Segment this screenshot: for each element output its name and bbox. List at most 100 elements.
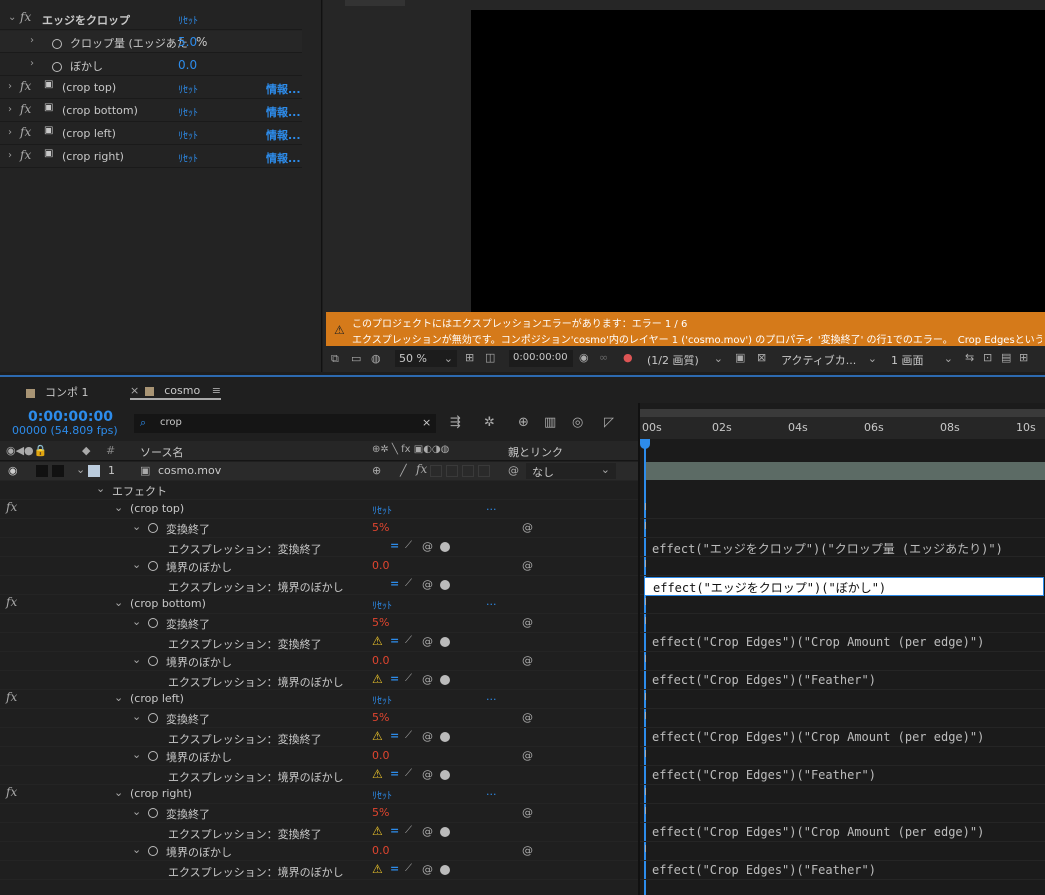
timecode-field[interactable]: 0:00:00:00: [509, 350, 573, 367]
more-button[interactable]: ...: [486, 595, 497, 608]
effect-row[interactable]: fx ⌄ (crop right) ﾘｾｯﾄ...: [0, 785, 638, 804]
info-link[interactable]: 情報...: [266, 104, 301, 120]
info-link[interactable]: 情報...: [266, 150, 301, 166]
fx-switch-icon[interactable]: fx: [416, 462, 427, 476]
warning-icon[interactable]: ⚠: [372, 767, 383, 781]
layer-row[interactable]: ◉ ⌄ 1 ▣ cosmo.mov ⊕ ╱ fx @ なし ⌄: [0, 462, 638, 481]
expression-text[interactable]: effect("エッジをクロップ")("ぼかし"): [653, 579, 886, 596]
warning-icon[interactable]: ⚠: [372, 824, 383, 838]
pickwhip-icon[interactable]: @: [522, 616, 533, 629]
graph-row[interactable]: I: [640, 614, 1045, 633]
transparency-grid-icon[interactable]: ◫: [485, 351, 495, 364]
chevron-down-icon[interactable]: ⌄: [114, 691, 123, 704]
zoom-select[interactable]: 50 % ⌄: [395, 350, 457, 367]
chevron-down-icon[interactable]: ⌄: [8, 12, 16, 23]
chevron-down-icon[interactable]: ⌄: [132, 615, 141, 628]
time-graph[interactable]: 00s 02s 04s 06s 08s 10s I Ieffect("エッジをクロ…: [638, 403, 1045, 895]
parent-link-header[interactable]: 親とリンク: [508, 444, 563, 460]
work-area-bar[interactable]: [640, 409, 1045, 417]
fx-icon[interactable]: fx: [20, 102, 31, 116]
viewer-canvas[interactable]: [471, 10, 1045, 312]
reset-link[interactable]: ﾘｾｯﾄ: [372, 787, 392, 802]
pickwhip-icon[interactable]: @: [522, 559, 533, 572]
pickwhip-icon[interactable]: @: [522, 844, 533, 857]
expression-enable-icon[interactable]: =: [390, 577, 399, 590]
solo-box[interactable]: [36, 465, 48, 477]
expression-row[interactable]: エクスプレッション：変換終了 ⚠ = ⟋ @: [0, 823, 638, 842]
graph-row[interactable]: I: [640, 785, 1045, 804]
pickwhip-icon[interactable]: @: [422, 825, 433, 838]
parent-select[interactable]: なし ⌄: [526, 463, 616, 479]
effect-row-crop-bottom[interactable]: › fx ▣ (crop bottom) ﾘｾｯﾄ 情報...: [0, 100, 302, 122]
checker-icon[interactable]: ⊠: [757, 351, 766, 364]
expression-enable-icon[interactable]: =: [390, 824, 399, 837]
fx-icon[interactable]: fx: [20, 125, 31, 139]
snapshot-icon[interactable]: ⧉: [331, 352, 339, 366]
prop-value[interactable]: 0.0: [178, 58, 197, 72]
expression-edit-field[interactable]: effect("エッジをクロップ")("ぼかし"): [644, 577, 1044, 596]
reset-link[interactable]: ﾘｾｯﾄ: [178, 81, 198, 96]
chevron-down-icon[interactable]: ⌄: [132, 558, 141, 571]
graph-icon[interactable]: ⟋: [405, 540, 412, 551]
chevron-down-icon[interactable]: ⌄: [132, 653, 141, 666]
effect-row-crop-right[interactable]: › fx ▣ (crop right) ﾘｾｯﾄ 情報...: [0, 146, 302, 168]
pickwhip-icon[interactable]: @: [422, 540, 433, 553]
chevron-down-icon[interactable]: ⌄: [132, 710, 141, 723]
expression-row[interactable]: エクスプレッション：境界のぼかし ⚠ = ⟋ @: [0, 861, 638, 880]
effect-row[interactable]: fx ⌄ (crop bottom) ﾘｾｯﾄ...: [0, 595, 638, 614]
chevron-down-icon[interactable]: ⌄: [76, 463, 85, 476]
expression-enable-icon[interactable]: =: [390, 672, 399, 685]
effect-row[interactable]: fx ⌄ (crop left) ﾘｾｯﾄ...: [0, 690, 638, 709]
graph-editor-icon[interactable]: ◸: [604, 415, 614, 430]
warning-icon[interactable]: ⚠: [372, 634, 383, 648]
roi-icon[interactable]: ▣: [735, 351, 745, 364]
expression-row[interactable]: エクスプレッション：境界のぼかし ⚠ = ⟋ @: [0, 766, 638, 785]
expression-enable-icon[interactable]: =: [390, 767, 399, 780]
expression-enable-icon[interactable]: =: [390, 634, 399, 647]
reset-link[interactable]: ﾘｾｯﾄ: [372, 692, 392, 707]
expression-enable-icon[interactable]: =: [390, 539, 399, 552]
expression-row[interactable]: エクスプレッション：変換終了 ⚠ = ⟋ @: [0, 728, 638, 747]
expression-text[interactable]: effect("Crop Edges")("Crop Amount (per e…: [652, 635, 984, 649]
warning-icon[interactable]: ⚠: [372, 672, 383, 686]
expression-text[interactable]: effect("Crop Edges")("Crop Amount (per e…: [652, 730, 984, 744]
graph-row[interactable]: I: [640, 652, 1045, 671]
property-value[interactable]: 0.0: [372, 559, 390, 572]
label-icon[interactable]: ◆: [82, 444, 90, 457]
warning-icon[interactable]: ⚠: [372, 729, 383, 743]
property-value[interactable]: 0.0: [372, 654, 390, 667]
chevron-down-icon[interactable]: ⌄: [132, 805, 141, 818]
fx-icon[interactable]: fx: [20, 10, 31, 24]
graph-row[interactable]: I: [640, 804, 1045, 823]
effect-header-crop-edges[interactable]: ⌄ fx エッジをクロップ ﾘｾｯﾄ: [0, 8, 302, 30]
fast-preview-icon[interactable]: ⇆: [965, 351, 974, 364]
graph-icon[interactable]: ⟋: [405, 768, 412, 779]
search-input[interactable]: crop: [160, 417, 182, 428]
reset-link[interactable]: ﾘｾｯﾄ: [178, 127, 198, 142]
reset-link[interactable]: ﾘｾｯﾄ: [178, 104, 198, 119]
property-value[interactable]: 0.0: [372, 844, 390, 857]
clear-icon[interactable]: ×: [422, 416, 431, 429]
expression-graph-row[interactable]: effect("Crop Edges")("Crop Amount (per e…: [640, 633, 1045, 652]
expression-text[interactable]: effect("Crop Edges")("Crop Amount (per e…: [652, 825, 984, 839]
color-channels-icon[interactable]: ●: [623, 351, 633, 364]
more-button[interactable]: ...: [486, 500, 497, 513]
fx-icon[interactable]: fx: [20, 148, 31, 162]
fx-icon[interactable]: fx: [6, 595, 17, 609]
switch-box[interactable]: [446, 465, 458, 477]
expression-enable-icon[interactable]: =: [390, 862, 399, 875]
switch-box[interactable]: [478, 465, 490, 477]
property-row[interactable]: ⌄ 境界のぼかし 0.0 @: [0, 842, 638, 861]
pickwhip-icon[interactable]: @: [508, 464, 519, 477]
expression-text[interactable]: effect("Crop Edges")("Feather"): [652, 673, 876, 687]
graph-row[interactable]: I: [640, 747, 1045, 766]
monitor-icon[interactable]: ▭: [351, 352, 361, 365]
property-row[interactable]: ⌄ 境界のぼかし 0.0 @: [0, 747, 638, 766]
fx-icon[interactable]: fx: [6, 785, 17, 799]
property-row[interactable]: ⌄ 変換終了 5% @: [0, 519, 638, 538]
property-row[interactable]: ⌄ 変換終了 5% @: [0, 804, 638, 823]
comp-mini-flowchart-icon[interactable]: ⇶: [450, 415, 461, 430]
pickwhip-icon[interactable]: @: [422, 578, 433, 591]
pickwhip-icon[interactable]: @: [422, 768, 433, 781]
viewer-tab-stub[interactable]: [345, 0, 405, 6]
